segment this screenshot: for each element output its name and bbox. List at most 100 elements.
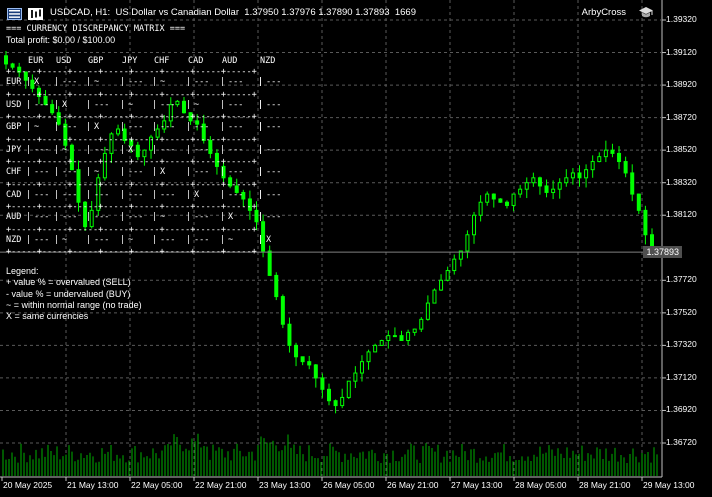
matrix-cell-border: |: [152, 167, 158, 177]
matrix-cell-border: |: [54, 234, 60, 245]
matrix-cell: ~: [94, 77, 100, 87]
price-label: 1.38520: [666, 144, 697, 155]
candle-body: [617, 152, 622, 163]
matrix-cell-border: |: [220, 189, 226, 200]
matrix-cell-border: |: [152, 189, 158, 200]
matrix-cell-border: |: [258, 144, 264, 155]
matrix-cell: ~: [62, 234, 68, 245]
matrix-cell-border: |: [258, 167, 264, 177]
matrix-cell-border: |: [258, 122, 264, 132]
matrix-cell: ---: [266, 167, 282, 177]
matrix-cell-border: |: [86, 189, 92, 200]
matrix-cell-border: |: [86, 144, 92, 155]
matrix-cell: ---: [34, 212, 50, 222]
chart-window[interactable]: USDCAD, H1: US Dollar vs Canadian Dollar…: [0, 0, 712, 497]
candle-body: [491, 193, 496, 200]
matrix-row-label: CHF: [6, 167, 22, 177]
candle-body: [313, 364, 318, 379]
matrix-cell: ---: [228, 77, 244, 87]
matrix-cell-border: |: [152, 99, 158, 110]
legend-line: X = same currencies: [6, 311, 89, 322]
matrix-cell-border: |: [220, 167, 226, 177]
matrix-row-label: EUR: [6, 77, 22, 87]
matrix-cell-border: |: [54, 189, 60, 200]
legend: Legend: + value % = overvalued (SELL) - …: [6, 266, 142, 322]
candle-body: [432, 289, 437, 304]
matrix-cell-border: |: [220, 144, 226, 155]
matrix-cell: ---: [160, 144, 176, 155]
time-label: 26 May 21:00: [387, 480, 439, 490]
time-label: 27 May 13:00: [451, 480, 503, 490]
matrix-cell-border: |: [120, 189, 126, 200]
candle-body: [386, 335, 391, 342]
expert-advisor-name[interactable]: ArbyCross: [582, 7, 626, 18]
price-label: 1.37320: [666, 339, 697, 350]
candle-body: [564, 177, 569, 184]
matrix-cell: X: [266, 234, 272, 245]
candle-body: [425, 302, 430, 320]
candle-body: [590, 161, 595, 171]
candle-body: [465, 234, 470, 252]
matrix-cell-border: |: [120, 99, 126, 110]
price-label: 1.38120: [666, 209, 697, 220]
matrix-cell-border: |: [54, 122, 60, 132]
matrix-column-header: NZD: [260, 56, 276, 66]
matrix-cell: ---: [160, 99, 176, 110]
candle-body: [524, 182, 529, 190]
candle-body: [392, 335, 397, 338]
matrix-cell: ~: [128, 99, 134, 110]
matrix-cell: ---: [266, 77, 282, 87]
chart-menu-icon[interactable]: [7, 8, 22, 20]
matrix-cell-border: |: [120, 77, 126, 87]
candle-body: [359, 361, 364, 374]
matrix-row-label: GBP: [6, 122, 22, 132]
matrix-cell-border: |: [186, 234, 192, 245]
candle-body: [597, 156, 602, 163]
matrix-cell-border: |: [220, 122, 226, 132]
candle-body: [307, 361, 312, 366]
matrix-row-label: AUD: [6, 212, 22, 222]
matrix-cell: ---: [62, 189, 78, 200]
candle-body: [333, 400, 338, 407]
matrix-cell-border: |: [186, 212, 192, 222]
candle-body: [511, 193, 516, 206]
matrix-cell: ---: [62, 122, 78, 132]
matrix-cell-border: |: [86, 167, 92, 177]
time-label: 20 May 2025: [3, 480, 53, 490]
matrix-cell-border: |: [54, 77, 60, 87]
time-label: 21 May 13:00: [67, 480, 119, 490]
matrix-cell: ---: [62, 167, 78, 177]
candle-body: [610, 149, 615, 154]
matrix-cell: ~: [228, 234, 234, 245]
matrix-cell: ~: [160, 212, 166, 222]
candle-body: [498, 198, 503, 203]
matrix-row-label: CAD: [6, 189, 22, 200]
matrix-cell: ---: [228, 99, 244, 110]
matrix-cell-border: |: [258, 77, 264, 87]
time-label: 22 May 05:00: [131, 480, 183, 490]
matrix-cell-border: |: [86, 234, 92, 245]
matrix-cell: ---: [128, 122, 144, 132]
candle-body: [577, 172, 582, 179]
candle-body: [551, 188, 556, 193]
matrix-cell-border: |: [220, 77, 226, 87]
matrix-cell-border: |: [86, 122, 92, 132]
candle-body: [570, 172, 575, 179]
matrix-cell-border: |: [152, 212, 158, 222]
bar-type-icon[interactable]: [28, 8, 43, 20]
matrix-cell: ---: [266, 144, 282, 155]
matrix-cell: ---: [94, 234, 110, 245]
matrix-cell: ---: [128, 167, 144, 177]
matrix-cell-border: |: [86, 212, 92, 222]
candle-body: [406, 331, 411, 342]
matrix-cell-border: |: [258, 212, 264, 222]
candle-body: [603, 149, 608, 158]
matrix-cell: ---: [34, 234, 50, 245]
matrix-cell-border: |: [258, 234, 264, 245]
candle-body: [320, 377, 325, 390]
candle-body: [584, 169, 589, 179]
candle-body: [327, 388, 331, 402]
matrix-cell-border: |: [258, 99, 264, 110]
ea-hat-icon[interactable]: [638, 6, 654, 20]
matrix-cell: ~: [62, 144, 68, 155]
